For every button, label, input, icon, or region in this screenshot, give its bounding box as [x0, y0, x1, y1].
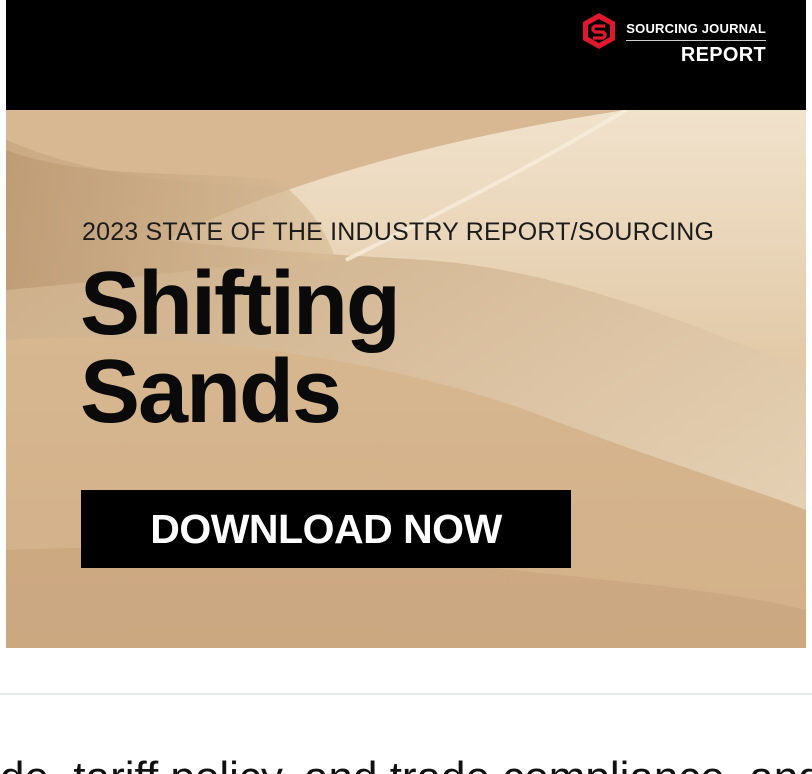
ad-banner[interactable]: SOURCING JOURNAL REPORT 2023 STATE OF TH…: [6, 0, 806, 648]
hexagon-s-logo-icon: [583, 13, 616, 49]
ad-header: SOURCING JOURNAL REPORT: [6, 0, 806, 110]
brand-report-label: REPORT: [680, 44, 766, 66]
article-body: de, tariff policy, and trade compliance,…: [0, 748, 812, 774]
ad-headline: Shifting Sands: [80, 254, 401, 442]
page: SOURCING JOURNAL REPORT 2023 STATE OF TH…: [0, 0, 812, 774]
report-eyebrow: 2023 STATE OF THE INDUSTRY REPORT/SOURCI…: [82, 218, 715, 246]
brand-name: SOURCING JOURNAL: [626, 11, 766, 41]
headline-line-2: Sands: [80, 342, 342, 442]
brand-text: SOURCING JOURNAL REPORT: [626, 11, 766, 67]
section-divider: [0, 693, 812, 695]
article-text-line: de, tariff policy, and trade compliance,…: [0, 748, 812, 774]
headline-line-1: Shifting: [80, 254, 401, 354]
download-now-button[interactable]: DOWNLOAD NOW: [81, 490, 571, 568]
brand-lockup: SOURCING JOURNAL REPORT: [579, 11, 766, 67]
